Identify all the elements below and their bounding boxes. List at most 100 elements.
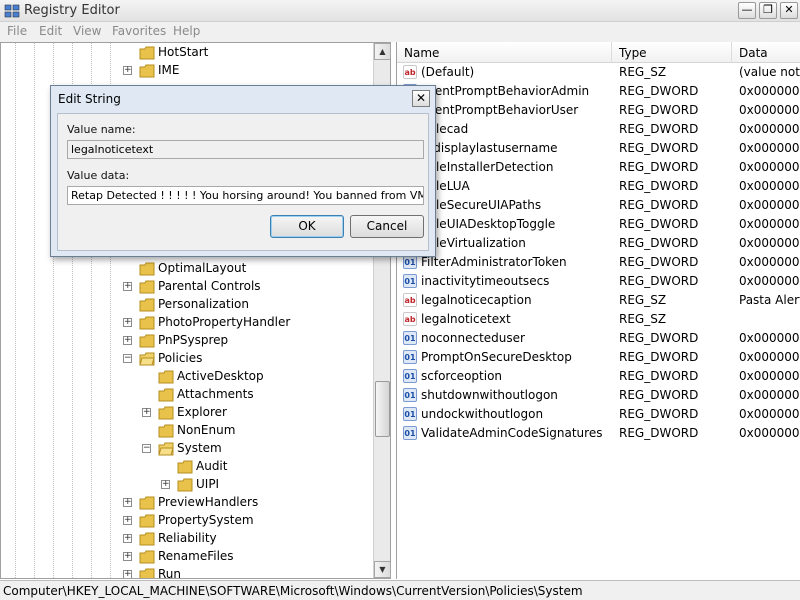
value-type-cell: REG_DWORD xyxy=(619,350,699,364)
list-row[interactable]: 01ableUIADesktopToggleREG_DWORD0x0000000… xyxy=(397,215,800,234)
value-type-cell: REG_SZ xyxy=(619,65,667,79)
status-bar: Computer\HKEY_LOCAL_MACHINE\SOFTWARE\Mic… xyxy=(0,580,800,600)
folder-icon xyxy=(158,388,174,402)
scrollbar-thumb[interactable] xyxy=(375,381,390,437)
value-data-cell: 0x00000001 xyxy=(739,350,800,364)
tree-item-label: Audit xyxy=(196,459,228,473)
list-row[interactable]: 01nsentPromptBehaviorAdminREG_DWORD0x000… xyxy=(397,82,800,101)
value-name-cell: ableVirtualization xyxy=(421,236,526,250)
expand-icon[interactable]: + xyxy=(123,66,132,75)
value-name-cell: ableSecureUIAPaths xyxy=(421,198,542,212)
list-row[interactable]: ab legalnoticetext REG_SZ xyxy=(397,310,800,329)
folder-icon xyxy=(139,334,155,348)
expand-icon[interactable]: + xyxy=(123,534,132,543)
list-row[interactable]: 01ntdisplaylastusernameREG_DWORD0x000000… xyxy=(397,139,800,158)
expand-icon[interactable]: + xyxy=(123,318,132,327)
list-row[interactable]: 01 shutdownwithoutlogon REG_DWORD 0x0000000… xyxy=(397,386,800,405)
value-type-cell: REG_SZ xyxy=(619,312,667,326)
column-header-type[interactable]: Type xyxy=(612,42,732,63)
list-row[interactable]: ab (Default) REG_SZ (value not s xyxy=(397,63,800,82)
list-row[interactable]: 01 scforceoption REG_DWORD 0x00000000 xyxy=(397,367,800,386)
value-name-cell: (Default) xyxy=(421,65,475,79)
values-list[interactable]: Name Type Data ab (Default) REG_SZ (value n… xyxy=(396,42,800,579)
folder-icon xyxy=(139,262,155,276)
restore-button[interactable]: ❐ xyxy=(759,2,777,19)
value-data-label: Value data: xyxy=(67,169,130,182)
list-row[interactable]: 01 noconnecteduser REG_DWORD 0x00000003 xyxy=(397,329,800,348)
cancel-button[interactable]: Cancel xyxy=(350,215,424,238)
list-row[interactable]: 01 inactivitytimeoutsecs REG_DWORD 0x000000… xyxy=(397,272,800,291)
tree-item-label: System xyxy=(177,441,222,455)
value-type-cell: REG_DWORD xyxy=(619,160,699,174)
menu-view[interactable]: View xyxy=(73,24,101,38)
value-type-cell: REG_DWORD xyxy=(619,255,699,269)
dialog-close-button[interactable]: ✕ xyxy=(412,90,430,107)
list-row[interactable]: 01ableVirtualizationREG_DWORD0x00000001 xyxy=(397,234,800,253)
expand-icon[interactable]: + xyxy=(123,570,132,578)
value-type-cell: REG_DWORD xyxy=(619,369,699,383)
string-value-icon: ab xyxy=(403,65,417,79)
value-data-cell: 0x00000001 xyxy=(739,407,800,421)
expand-icon[interactable]: + xyxy=(123,336,132,345)
dword-value-icon: 01 xyxy=(403,350,417,364)
menu-file[interactable]: File xyxy=(7,24,27,38)
expand-icon[interactable]: + xyxy=(161,480,170,489)
value-data-input[interactable]: Retap Detected ! ! ! ! ! You horsing aro… xyxy=(67,186,424,205)
menu-edit[interactable]: Edit xyxy=(39,24,62,38)
expand-icon[interactable]: + xyxy=(123,516,132,525)
ok-button[interactable]: OK xyxy=(270,215,344,238)
list-row[interactable]: 01ableSecureUIAPathsREG_DWORD0x00000001 xyxy=(397,196,800,215)
list-row[interactable]: 01ableLUAREG_DWORD0x00000000 xyxy=(397,177,800,196)
value-name-cell: ableInstallerDetection xyxy=(421,160,554,174)
folder-icon xyxy=(158,424,174,438)
expand-icon[interactable]: + xyxy=(123,282,132,291)
close-button[interactable]: ✕ xyxy=(780,2,798,19)
value-data-cell: 0x00000000 xyxy=(739,122,800,136)
list-row[interactable]: 01ableInstallerDetectionREG_DWORD0x00000… xyxy=(397,158,800,177)
menu-help[interactable]: Help xyxy=(173,24,200,38)
tree-item-label: Parental Controls xyxy=(158,279,261,293)
tree-guide-line xyxy=(34,43,35,578)
dword-value-icon: 01 xyxy=(403,388,417,402)
tree-item-label: Run xyxy=(158,567,182,579)
tree-item-label: PhotoPropertyHandler xyxy=(158,315,291,329)
expand-icon[interactable]: + xyxy=(142,408,151,417)
column-header-data[interactable]: Data xyxy=(732,42,800,63)
value-name-field: legalnoticetext xyxy=(67,140,424,159)
value-data-cell: 0x00000001 xyxy=(739,198,800,212)
minimize-button[interactable]: — xyxy=(738,2,756,19)
dword-value-icon: 01 xyxy=(403,255,417,269)
dword-value-icon: 01 xyxy=(403,274,417,288)
list-row[interactable]: 01 ValidateAdminCodeSignatures REG_DWORD 0x… xyxy=(397,424,800,443)
list-row[interactable]: 01 FilterAdministratorToken REG_DWORD 0x000… xyxy=(397,253,800,272)
expand-icon[interactable]: + xyxy=(123,552,132,561)
value-type-cell: REG_DWORD xyxy=(619,198,699,212)
scroll-down-icon[interactable]: ▼ xyxy=(374,561,391,578)
menu-bar: File Edit View Favorites Help xyxy=(0,22,800,42)
collapse-icon[interactable]: − xyxy=(142,444,151,453)
list-row[interactable]: 01ablecadREG_DWORD0x00000000 xyxy=(397,120,800,139)
list-row[interactable]: ab legalnoticecaption REG_SZ Pasta Alert xyxy=(397,291,800,310)
expand-icon[interactable]: + xyxy=(123,498,132,507)
folder-icon xyxy=(139,64,155,78)
value-name-cell: scforceoption xyxy=(421,369,503,383)
value-name-cell: nsentPromptBehaviorAdmin xyxy=(421,84,590,98)
column-header-name[interactable]: Name xyxy=(397,42,612,63)
value-data-cell: 0x00000003 xyxy=(739,331,800,345)
list-row[interactable]: 01nsentPromptBehaviorUserREG_DWORD0x0000… xyxy=(397,101,800,120)
list-row[interactable]: 01 PromptOnSecureDesktop REG_DWORD 0x000000… xyxy=(397,348,800,367)
collapse-icon[interactable]: − xyxy=(123,354,132,363)
value-type-cell: REG_DWORD xyxy=(619,407,699,421)
value-data-cell: 0x00000000 xyxy=(739,426,800,440)
open-folder-icon xyxy=(139,352,155,366)
value-type-cell: REG_SZ xyxy=(619,293,667,307)
scroll-up-icon[interactable]: ▲ xyxy=(374,43,391,60)
value-name-cell: legalnoticecaption xyxy=(421,293,532,307)
folder-icon xyxy=(139,496,155,510)
value-name-cell: ntdisplaylastusername xyxy=(421,141,558,155)
menu-favorites[interactable]: Favorites xyxy=(112,24,166,38)
list-row[interactable]: 01 undockwithoutlogon REG_DWORD 0x00000001 xyxy=(397,405,800,424)
tree-item-label: RenameFiles xyxy=(158,549,234,563)
dword-value-icon: 01 xyxy=(403,426,417,440)
folder-icon xyxy=(139,298,155,312)
